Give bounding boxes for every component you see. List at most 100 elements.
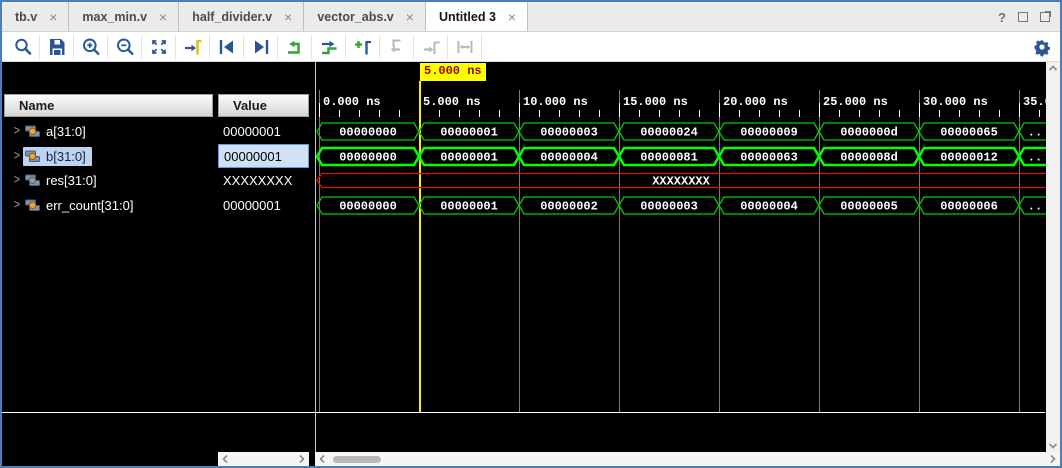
ruler-minor-tick [939, 110, 940, 117]
ruler-minor-tick [539, 110, 540, 117]
zoom-out-icon[interactable] [108, 35, 142, 59]
next-transition-icon[interactable] [244, 35, 278, 59]
settings-gear-icon[interactable] [1024, 35, 1060, 59]
signal-name[interactable]: res[31:0] [23, 171, 103, 190]
ruler-minor-tick [659, 110, 660, 117]
search-icon[interactable] [6, 35, 40, 59]
wave-horizontal-scrollbar[interactable] [315, 452, 1060, 466]
svg-text:00000012: 00000012 [940, 151, 998, 165]
signal-value-cell[interactable]: 00000001 [218, 119, 309, 143]
maximize-window-icon[interactable] [1040, 12, 1050, 22]
expand-chevron-icon[interactable]: > [11, 173, 23, 187]
signal-value-cell[interactable]: XXXXXXXX [218, 168, 309, 192]
wave-row-a[interactable]: 0000000000000001000000030000002400000009… [316, 121, 1046, 142]
value-column-scrollbar[interactable] [218, 452, 309, 466]
signal-name-label: res[31:0] [46, 173, 97, 188]
tab-max-min-v[interactable]: max_min.v× [69, 2, 179, 31]
svg-text:00000004: 00000004 [740, 200, 798, 214]
tab-close-icon[interactable]: × [406, 10, 414, 24]
name-column-header[interactable]: Name [4, 94, 213, 117]
ruler-minor-tick [479, 110, 480, 117]
ruler-minor-tick [639, 110, 640, 117]
ruler-minor-tick [759, 110, 760, 117]
go-to-rising-edge-icon[interactable] [414, 35, 448, 59]
tab-vector-abs-v[interactable]: vector_abs.v× [304, 2, 426, 31]
scroll-left-icon [318, 454, 326, 464]
wave-row-b[interactable]: 0000000000000001000000040000008100000063… [316, 146, 1046, 167]
zoom-in-icon[interactable] [74, 35, 108, 59]
signal-value-cell[interactable]: 00000001 [218, 144, 309, 168]
time-cursor-label[interactable]: 5.000 ns [420, 63, 486, 81]
signal-row-a[interactable]: > a[31:0] [4, 119, 214, 143]
signal-name-label: err_count[31:0] [46, 198, 133, 213]
expand-chevron-icon[interactable]: > [11, 149, 23, 163]
tab-close-icon[interactable]: × [49, 10, 57, 24]
wave-canvas[interactable]: 0.000 ns5.000 ns10.000 ns15.000 ns20.000… [315, 62, 1046, 466]
go-to-falling-edge-icon[interactable] [380, 35, 414, 59]
tab-tb-v[interactable]: tb.v× [2, 2, 69, 31]
bus-signal-icon [25, 125, 40, 138]
next-edge-icon[interactable] [312, 35, 346, 59]
tab-close-icon[interactable]: × [284, 10, 292, 24]
signals-end-separator [2, 412, 1045, 413]
ruler-minor-tick [379, 110, 380, 117]
tab-label: half_divider.v [192, 10, 272, 24]
tab-half-divider-v[interactable]: half_divider.v × [179, 2, 304, 31]
wave-row-res[interactable]: XXXXXXXX [316, 170, 1046, 191]
add-marker-icon[interactable] [346, 35, 380, 59]
signal-name-selected[interactable]: b[31:0] [23, 147, 92, 166]
bus-signal-icon [25, 150, 40, 163]
ruler-minor-tick [679, 110, 680, 117]
svg-text:00000004: 00000004 [540, 151, 598, 165]
wave-row-err_count[interactable]: 0000000000000001000000020000000300000004… [316, 195, 1046, 216]
ruler-tick-label: 5.000 ns [423, 95, 481, 109]
signal-name-label: a[31:0] [46, 124, 86, 139]
help-icon[interactable]: ? [998, 11, 1006, 24]
ruler-minor-tick [1039, 110, 1040, 117]
ruler-major-tick [619, 103, 620, 117]
scroll-right-icon [298, 454, 306, 464]
signal-row-err_count[interactable]: > err_count[31:0] [4, 193, 214, 217]
svg-text:00000000: 00000000 [339, 151, 397, 165]
tab-close-icon[interactable]: × [508, 10, 516, 24]
signal-name[interactable]: err_count[31:0] [23, 196, 139, 215]
ruler-minor-tick [559, 110, 560, 117]
scroll-right-icon [1049, 454, 1057, 464]
window-controls: ? [998, 8, 1050, 26]
signal-name-label: b[31:0] [46, 149, 86, 164]
zoom-fit-icon[interactable] [142, 35, 176, 59]
ruler-tick-label: 20.000 ns [723, 95, 788, 109]
measure-markers-icon[interactable] [448, 35, 482, 59]
ruler-minor-tick [979, 110, 980, 117]
previous-transition-icon[interactable] [210, 35, 244, 59]
waveform-toolbar [2, 32, 1060, 62]
wave-vertical-scrollbar[interactable] [1046, 62, 1060, 452]
expand-chevron-icon[interactable]: > [11, 198, 23, 212]
ruler-minor-tick [839, 110, 840, 117]
signal-row-b[interactable]: > b[31:0] [4, 144, 214, 168]
signal-row-res[interactable]: > res[31:0] [4, 168, 214, 192]
bus-signal-icon [25, 174, 40, 187]
scroll-down-icon [1048, 442, 1058, 450]
svg-text:00000081: 00000081 [640, 151, 698, 165]
svg-text:00000000: 00000000 [339, 200, 397, 214]
signal-name[interactable]: a[31:0] [23, 122, 92, 141]
expand-chevron-icon[interactable]: > [11, 124, 23, 138]
go-to-time-cursor-icon[interactable] [176, 35, 210, 59]
tab-close-icon[interactable]: × [159, 10, 167, 24]
ruler-tick-label: 15.000 ns [623, 95, 688, 109]
wave-scrollbar-thumb[interactable] [333, 456, 381, 463]
ruler-minor-tick [439, 110, 440, 117]
svg-text:00000001: 00000001 [440, 126, 498, 140]
svg-text:00000001: 00000001 [440, 151, 498, 165]
svg-text:..: .. [1028, 200, 1042, 214]
svg-text:00000009: 00000009 [740, 126, 798, 140]
float-window-icon[interactable] [1018, 12, 1028, 22]
ruler-major-tick [319, 103, 320, 117]
tab-untitled-3[interactable]: Untitled 3× [426, 2, 528, 31]
previous-edge-icon[interactable] [278, 35, 312, 59]
value-column-header[interactable]: Value [218, 94, 309, 117]
save-waveform-icon[interactable] [40, 35, 74, 59]
waveform-main: Name Value > a[31:0] > b[31:0] > res[31:0] > er… [2, 62, 1060, 466]
signal-value-cell[interactable]: 00000001 [218, 193, 309, 217]
